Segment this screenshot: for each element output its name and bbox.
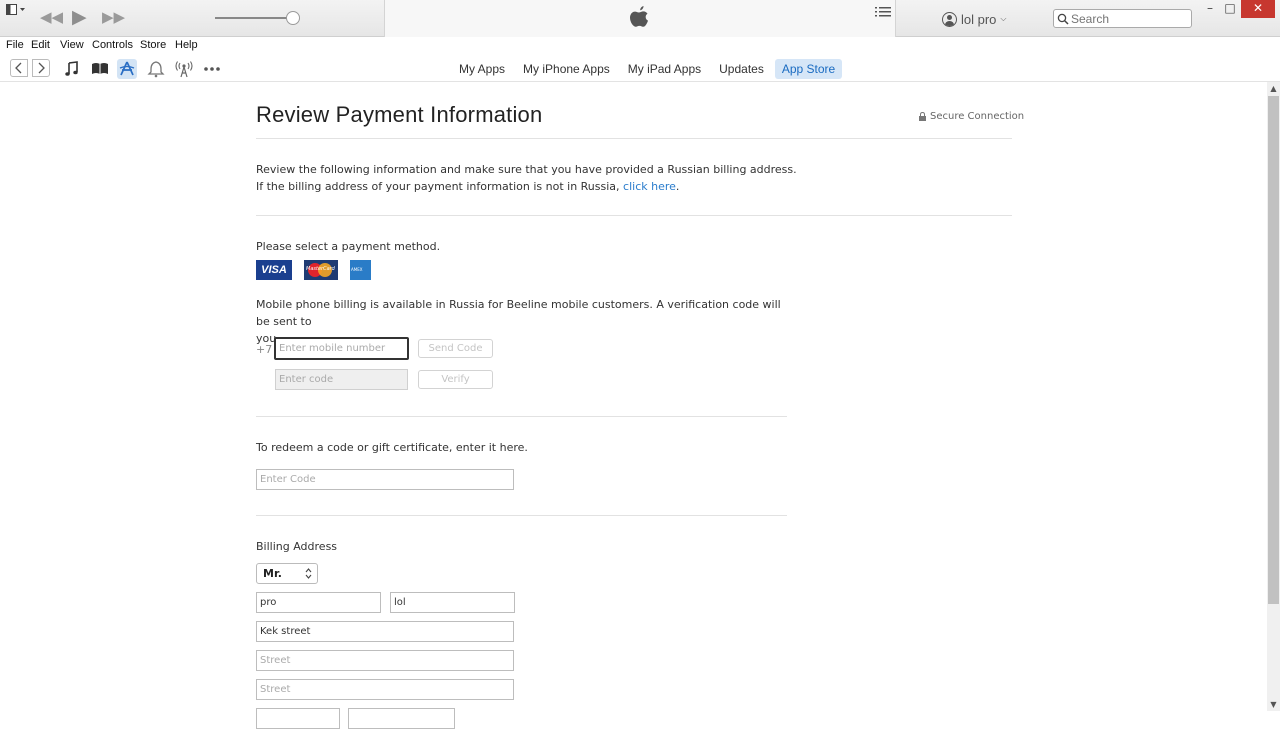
street-line-1-input[interactable] [256,621,514,642]
menu-edit[interactable]: Edit [31,39,50,51]
mobile-billing-info-line-1: Mobile phone billing is available in Rus… [256,298,781,328]
vertical-scrollbar[interactable]: ▲ ▼ [1267,82,1280,711]
menu-file[interactable]: File [6,39,24,51]
salutation-value: Mr. [263,567,282,580]
title-bar: ◀◀ ▶ ▶▶ lol pro ⌵ – □ ✕ [0,0,1280,37]
menu-help[interactable]: Help [175,39,198,51]
payment-method-prompt: Please select a payment method. [256,240,441,253]
podcasts-icon[interactable] [174,59,194,79]
intro-line-1: Review the following information and mak… [256,163,797,176]
menu-store[interactable]: Store [140,39,166,51]
chevron-right-icon [38,62,45,74]
back-button[interactable] [10,59,28,77]
select-chevrons-icon [305,568,312,579]
redeem-divider [256,515,787,516]
app-store-icon[interactable] [117,59,137,79]
tab-my-ipad-apps[interactable]: My iPad Apps [621,59,708,79]
city-input[interactable] [256,708,340,729]
scroll-down-arrow-icon[interactable]: ▼ [1267,698,1280,711]
tab-my-apps[interactable]: My Apps [452,59,512,79]
previous-track-icon[interactable]: ◀◀ [40,8,63,26]
postal-code-input[interactable] [348,708,455,729]
billing-address-heading: Billing Address [256,540,338,553]
first-name-input[interactable] [256,592,381,613]
search-input[interactable] [1071,11,1189,26]
last-name-input[interactable] [390,592,515,613]
verify-button[interactable]: Verify [418,370,493,389]
play-icon[interactable]: ▶ [72,6,87,28]
title-divider [256,138,1012,139]
scroll-up-arrow-icon[interactable]: ▲ [1267,82,1280,95]
sidebar-menu-icon[interactable] [6,4,26,16]
account-name: lol pro [961,11,997,27]
minimize-button[interactable]: – [1201,0,1219,18]
intro-line-2-text: If the billing address of your payment i… [256,180,620,193]
payment-divider [256,416,787,417]
tab-app-store[interactable]: App Store [774,58,843,79]
redeem-prompt: To redeem a code or gift certificate, en… [256,441,528,454]
toolbar: My Apps My iPhone Apps My iPad Apps Upda… [0,55,1280,82]
account-button[interactable]: lol pro ⌵ [942,10,1007,28]
page-title: Review Payment Information [256,102,543,127]
books-icon[interactable] [90,59,110,79]
up-next-list-icon[interactable] [875,6,891,18]
mobile-number-input[interactable] [274,337,409,360]
menu-controls[interactable]: Controls [92,39,133,51]
more-icon[interactable] [202,59,222,79]
lock-icon [919,112,926,121]
scrollbar-thumb[interactable] [1268,96,1279,604]
street-line-3-input[interactable] [256,679,514,700]
mastercard-option[interactable]: MasterCard [304,260,338,280]
send-code-button[interactable]: Send Code [418,339,493,358]
maximize-button[interactable]: □ [1221,0,1239,18]
salutation-select[interactable]: Mr. [256,563,318,584]
search-field[interactable] [1053,9,1192,28]
volume-slider[interactable] [215,17,293,19]
chevron-down-icon: ⌵ [1000,14,1007,23]
apple-logo-icon [630,6,648,27]
street-line-2-input[interactable] [256,650,514,671]
secure-connection-label: Secure Connection [930,111,1025,122]
next-track-icon[interactable]: ▶▶ [102,8,125,26]
country-code: +7 [256,343,273,356]
intro-line-2: If the billing address of your payment i… [256,178,679,195]
forward-button[interactable] [32,59,50,77]
intro-divider [256,215,1012,216]
menu-bar: File Edit View Controls Store Help [0,37,1280,55]
visa-card-option[interactable]: VISA [256,260,292,280]
close-button[interactable]: ✕ [1241,0,1275,18]
music-icon[interactable] [62,59,82,79]
secure-connection-indicator: Secure Connection [919,111,1024,122]
click-here-link[interactable]: click here [623,180,676,193]
redeem-code-input[interactable] [256,469,514,490]
volume-slider-knob[interactable] [286,11,300,25]
chevron-left-icon [15,62,22,74]
section-tabs: My Apps My iPhone Apps My iPad Apps Upda… [452,55,843,82]
notifications-icon[interactable] [146,59,166,79]
search-icon [1057,13,1069,25]
tab-my-iphone-apps[interactable]: My iPhone Apps [516,59,617,79]
amex-card-option[interactable]: AMEX [350,260,371,280]
intro-line-2-period: . [675,180,680,193]
verification-code-input[interactable] [275,369,408,390]
menu-view[interactable]: View [60,39,84,51]
amex-logo-icon: AMEX [351,267,363,272]
tab-updates[interactable]: Updates [712,59,771,79]
user-icon [942,11,957,27]
